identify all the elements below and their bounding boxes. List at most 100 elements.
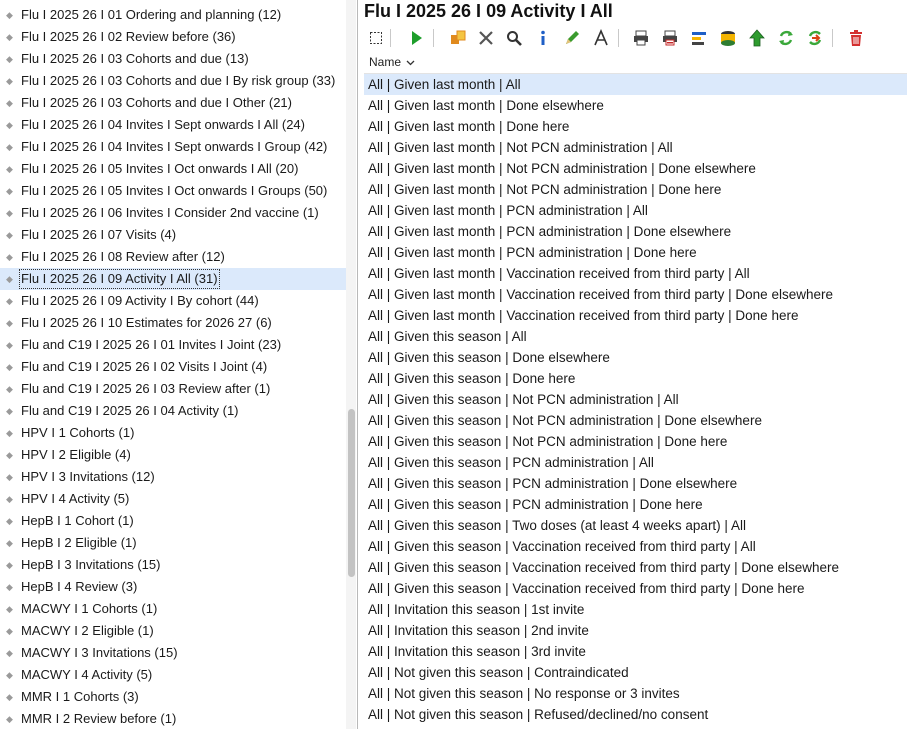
tree-item-label: MACWY I 3 Invitations (15) xyxy=(21,645,178,660)
database-button[interactable] xyxy=(717,27,739,49)
list-item[interactable]: All | Given this season | PCN administra… xyxy=(364,452,907,473)
tree-item[interactable]: ◆ MMR I 1 Cohorts (3) xyxy=(0,686,346,708)
tree-item[interactable]: ◆ HepB I 4 Review (3) xyxy=(0,576,346,598)
list-item[interactable]: All | Given last month | Not PCN adminis… xyxy=(364,137,907,158)
tree-item[interactable]: ◆ Flu and C19 I 2025 26 I 04 Activity (1) xyxy=(0,400,346,422)
list-item[interactable]: All | Given last month | Done elsewhere xyxy=(364,95,907,116)
tree-node-icon: ◆ xyxy=(6,648,13,658)
tree-node-icon: ◆ xyxy=(6,538,13,548)
tree-node-icon: ◆ xyxy=(6,32,13,42)
list-item[interactable]: All | Given last month | Vaccination rec… xyxy=(364,284,907,305)
run-play-button[interactable] xyxy=(405,27,427,49)
list-item[interactable]: All | Given this season | Not PCN admini… xyxy=(364,389,907,410)
list-item[interactable]: All | Invitation this season | 2nd invit… xyxy=(364,620,907,641)
list-item[interactable]: All | Given last month | Not PCN adminis… xyxy=(364,158,907,179)
list-item[interactable]: All | Not given this season | Contraindi… xyxy=(364,662,907,683)
refresh-button[interactable] xyxy=(775,27,797,49)
list-item[interactable]: All | Given this season | Done here xyxy=(364,368,907,389)
tree-scrollbar[interactable] xyxy=(346,0,356,729)
edit-pen-button[interactable] xyxy=(561,27,583,49)
list-item[interactable]: All | Given this season | All xyxy=(364,326,907,347)
list-item[interactable]: All | Given this season | Two doses (at … xyxy=(364,515,907,536)
list-item[interactable]: All | Given this season | Vaccination re… xyxy=(364,578,907,599)
list-item[interactable]: All | Given this season | PCN administra… xyxy=(364,494,907,515)
tree-item[interactable]: ◆ MACWY I 4 Activity (5) xyxy=(0,664,346,686)
list-item[interactable]: All | Given this season | Vaccination re… xyxy=(364,557,907,578)
list-item[interactable]: All | Given last month | Vaccination rec… xyxy=(364,305,907,326)
list-item[interactable]: All | Not given this season | No respons… xyxy=(364,683,907,704)
tree-item[interactable]: ◆ HPV I 4 Activity (5) xyxy=(0,488,346,510)
list-item[interactable]: All | Given last month | Not PCN adminis… xyxy=(364,179,907,200)
upload-arrow-button[interactable] xyxy=(746,27,768,49)
list-item[interactable]: All | Not given this season | Refused/de… xyxy=(364,704,907,725)
tree-item[interactable]: ◆ HPV I 3 Invitations (12) xyxy=(0,466,346,488)
list-item[interactable]: All | Given this season | Not PCN admini… xyxy=(364,431,907,452)
move-copy-button[interactable] xyxy=(447,27,469,49)
tree-item[interactable]: ◆ Flu I 2025 26 I 02 Review before (36) xyxy=(0,26,346,48)
tree-item[interactable]: ◆ Flu I 2025 26 I 05 Invites I Oct onward… xyxy=(0,158,346,180)
list-item[interactable]: All | Given this season | Vaccination re… xyxy=(364,536,907,557)
print-red-button[interactable] xyxy=(659,27,681,49)
list-item[interactable]: All | Invitation this season | 3rd invit… xyxy=(364,641,907,662)
list-item[interactable]: All | Invitation this season | 1st invit… xyxy=(364,599,907,620)
tree-item[interactable]: ◆ MMR I 2 Review before (1) xyxy=(0,708,346,729)
info-icon xyxy=(541,30,545,45)
tree-item[interactable]: ◆ MACWY I 3 Invitations (15) xyxy=(0,642,346,664)
tree-node-icon: ◆ xyxy=(6,98,13,108)
list-item[interactable]: All | Given this season | Not PCN admini… xyxy=(364,410,907,431)
tree-item[interactable]: ◆ Flu I 2025 26 I 05 Invites I Oct onward… xyxy=(0,180,346,202)
tree-item[interactable]: ◆ Flu I 2025 26 I 01 Ordering and plannin… xyxy=(0,4,346,26)
tree-item[interactable]: ◆ Flu I 2025 26 I 03 Cohorts and due (13) xyxy=(0,48,346,70)
tree-item[interactable]: ◆ HPV I 2 Eligible (4) xyxy=(0,444,346,466)
tree-node-icon: ◆ xyxy=(6,714,13,724)
list-item[interactable]: All | Given last month | All xyxy=(364,74,907,95)
list-item[interactable]: All | Given last month | PCN administrat… xyxy=(364,221,907,242)
tree-item[interactable]: ◆ Flu I 2025 26 I 04 Invites I Sept onwar… xyxy=(0,136,346,158)
chart-report-button[interactable] xyxy=(688,27,710,49)
refresh-icon xyxy=(779,30,793,46)
tree-item-label: HPV I 3 Invitations (12) xyxy=(21,469,155,484)
tree-item[interactable]: ◆ Flu I 2025 26 I 06 Invites I Consider 2… xyxy=(0,202,346,224)
tree-item[interactable]: ◆ Flu I 2025 26 I 03 Cohorts and due I Ot… xyxy=(0,92,346,114)
font-text-button[interactable] xyxy=(590,27,612,49)
tree-item[interactable]: ◆ Flu and C19 I 2025 26 I 03 Review after… xyxy=(0,378,346,400)
tree-item[interactable]: ◆ Flu I 2025 26 I 09 Activity I All (31) xyxy=(0,268,346,290)
trash-button[interactable] xyxy=(845,27,867,49)
list-item[interactable]: All | Given last month | Done here xyxy=(364,116,907,137)
name-column-label: Name xyxy=(369,55,402,69)
tree-item[interactable]: ◆ Flu I 2025 26 I 04 Invites I Sept onwar… xyxy=(0,114,346,136)
tree-item[interactable]: ◆ Flu I 2025 26 I 09 Activity I By cohort… xyxy=(0,290,346,312)
select-box-button[interactable] xyxy=(365,27,387,49)
list-item[interactable]: All | Given this season | Done elsewhere xyxy=(364,347,907,368)
list-item[interactable]: All | Given last month | PCN administrat… xyxy=(364,242,907,263)
folder-tree: ◆ Flu I 2025 26 I 01 Ordering and plannin… xyxy=(0,4,346,729)
tree-scrollbar-thumb[interactable] xyxy=(348,409,355,577)
database-icon xyxy=(721,31,735,46)
tree-item-label: Flu and C19 I 2025 26 I 04 Activity (1) xyxy=(21,403,239,418)
tree-item[interactable]: ◆ HPV I 1 Cohorts (1) xyxy=(0,422,346,444)
tree-item[interactable]: ◆ Flu I 2025 26 I 10 Estimates for 2026 2… xyxy=(0,312,346,334)
tree-item[interactable]: ◆ HepB I 3 Invitations (15) xyxy=(0,554,346,576)
search-button[interactable] xyxy=(503,27,525,49)
refresh-arrow-button[interactable] xyxy=(804,27,826,49)
toolbar-separator xyxy=(433,29,434,47)
delete-x-button[interactable] xyxy=(475,27,497,49)
print-icon xyxy=(634,30,648,46)
info-button[interactable] xyxy=(532,27,554,49)
tree-item[interactable]: ◆ MACWY I 1 Cohorts (1) xyxy=(0,598,346,620)
tree-item[interactable]: ◆ MACWY I 2 Eligible (1) xyxy=(0,620,346,642)
tree-item[interactable]: ◆ Flu I 2025 26 I 03 Cohorts and due I By… xyxy=(0,70,346,92)
column-header: Name xyxy=(364,54,907,74)
list-item[interactable]: All | Given last month | PCN administrat… xyxy=(364,200,907,221)
tree-item[interactable]: ◆ Flu I 2025 26 I 08 Review after (12) xyxy=(0,246,346,268)
tree-item[interactable]: ◆ Flu and C19 I 2025 26 I 02 Visits I Joi… xyxy=(0,356,346,378)
name-column-header[interactable]: Name xyxy=(369,55,415,69)
print-button[interactable] xyxy=(630,27,652,49)
tree-item-label: HPV I 1 Cohorts (1) xyxy=(21,425,135,440)
tree-item[interactable]: ◆ HepB I 2 Eligible (1) xyxy=(0,532,346,554)
list-item[interactable]: All | Given this season | PCN administra… xyxy=(364,473,907,494)
tree-item[interactable]: ◆ HepB I 1 Cohort (1) xyxy=(0,510,346,532)
tree-item[interactable]: ◆ Flu I 2025 26 I 07 Visits (4) xyxy=(0,224,346,246)
list-item[interactable]: All | Given last month | Vaccination rec… xyxy=(364,263,907,284)
tree-item[interactable]: ◆ Flu and C19 I 2025 26 I 01 Invites I Jo… xyxy=(0,334,346,356)
